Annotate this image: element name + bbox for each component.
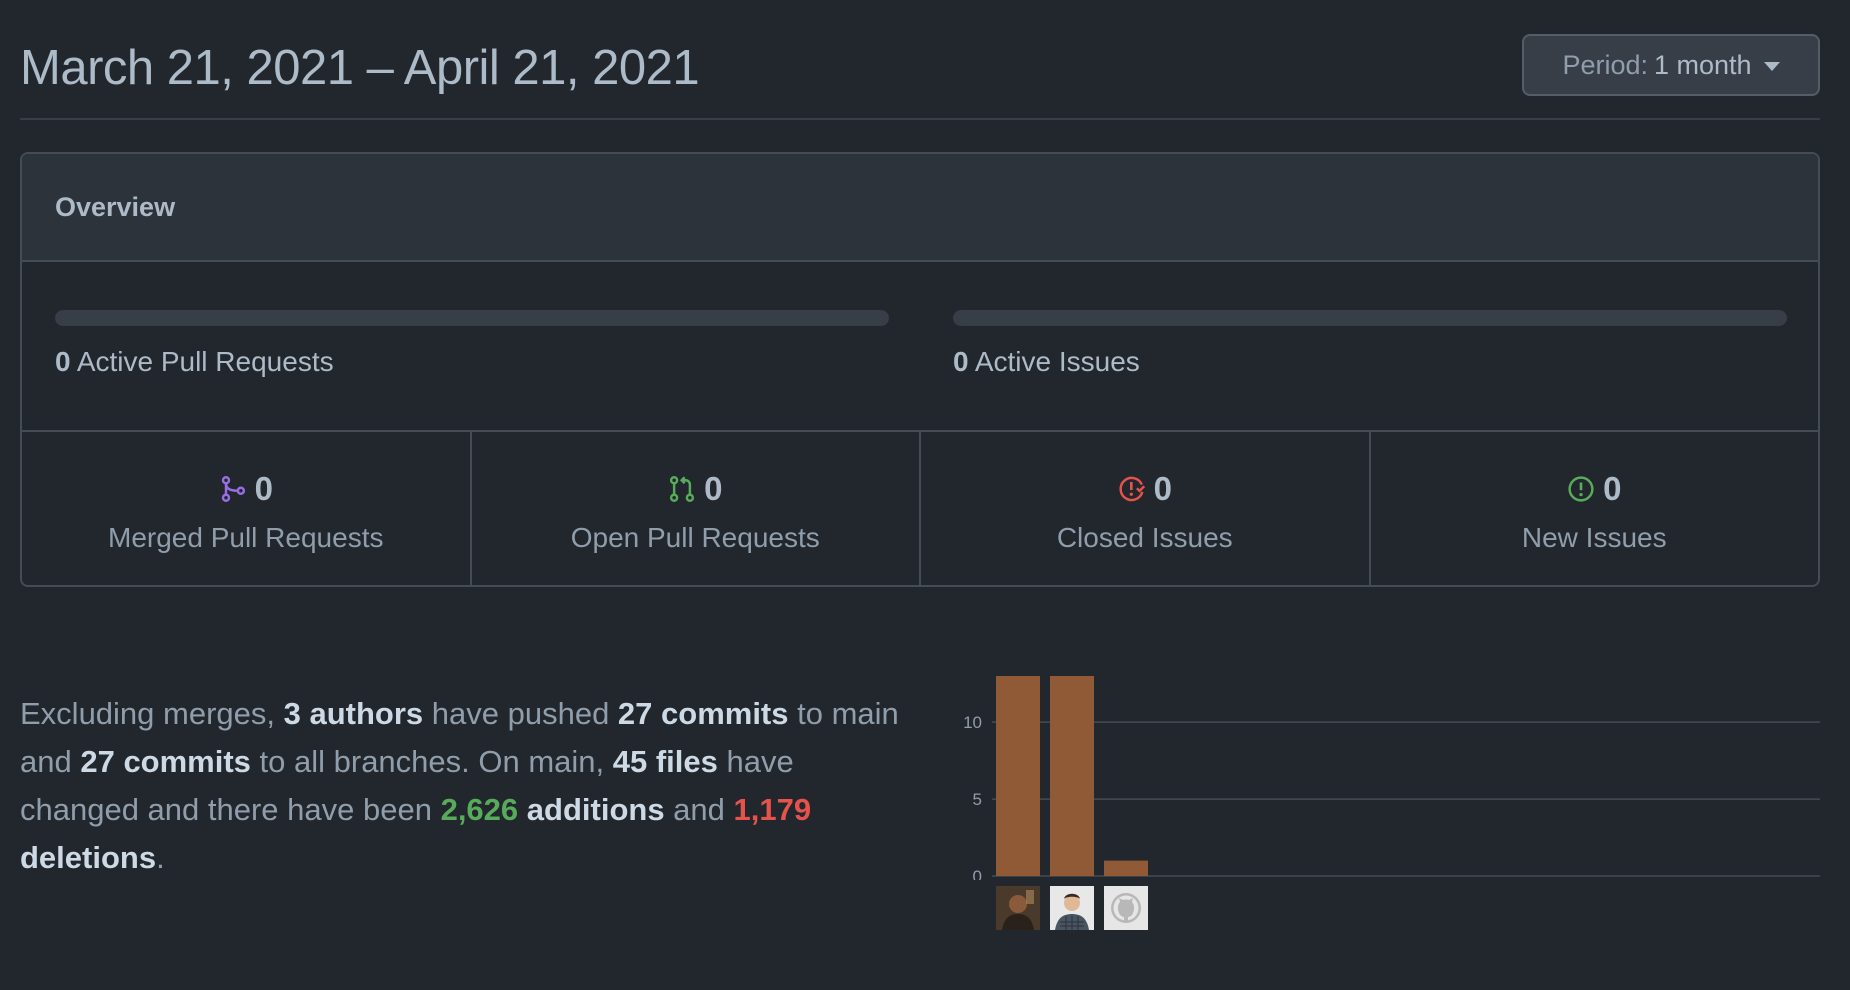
authors-link[interactable]: 3 authors	[284, 696, 424, 731]
bar-author-1[interactable]	[996, 676, 1040, 876]
commit-summary: Excluding merges, 3 authors have pushed …	[20, 690, 920, 882]
y-tick-label: 10	[963, 713, 982, 732]
chevron-down-icon	[1763, 61, 1780, 71]
summary-text: to all branches. On main,	[250, 744, 613, 779]
issue-opened-icon	[1568, 476, 1594, 502]
summary-text: Excluding merges,	[20, 696, 284, 731]
merged-pull-requests-count: 0	[254, 470, 273, 507]
merged-pull-requests-stat[interactable]: 0 Merged Pull Requests	[22, 432, 472, 585]
commits-all-count: 27 commits	[80, 744, 251, 779]
open-pull-requests-count: 0	[704, 470, 723, 507]
open-pull-requests-stat[interactable]: 0 Open Pull Requests	[472, 432, 921, 585]
closed-issues-stat[interactable]: 0 Closed Issues	[921, 432, 1371, 585]
overview-panel: Overview 0 Active Pull Requests 0 Active…	[20, 152, 1820, 587]
period-value: 1 month	[1654, 49, 1752, 80]
author-avatar-2[interactable]	[1050, 886, 1094, 930]
y-tick-label: 0	[973, 867, 982, 880]
git-merge-icon	[221, 476, 245, 502]
deletions-count: 1,179	[733, 792, 812, 827]
y-tick-label: 5	[973, 790, 982, 809]
summary-text: .	[156, 840, 165, 875]
closed-issues-label: Closed Issues	[1056, 522, 1233, 553]
period-dropdown-button[interactable]: Period: 1 month	[1522, 34, 1820, 96]
deletions-label: deletions	[20, 840, 157, 875]
active-pull-requests-label: Active Pull Requests	[76, 346, 334, 377]
new-issues-stat[interactable]: 0 New Issues	[1371, 432, 1819, 585]
author-avatar-1[interactable]	[996, 886, 1040, 930]
active-pull-requests[interactable]: 0 Active Pull Requests	[55, 310, 889, 378]
commits-main-count: 27 commits	[617, 696, 789, 731]
additions-label: additions	[526, 792, 665, 827]
date-range-title: March 21, 2021 – April 21, 2021	[20, 41, 700, 95]
active-issues-count: 0	[953, 346, 969, 377]
merged-pull-requests-label: Merged Pull Requests	[108, 522, 384, 553]
summary-text: and	[664, 792, 734, 827]
contributors-bar-chart: 0 5 10	[930, 660, 1830, 940]
closed-issues-count: 0	[1153, 470, 1172, 507]
bar-author-3[interactable]	[1104, 860, 1148, 876]
active-pull-requests-bar	[55, 310, 889, 326]
page-header: March 21, 2021 – April 21, 2021 Period: …	[20, 32, 1820, 120]
summary-text: have pushed	[423, 696, 618, 731]
new-issues-label: New Issues	[1521, 522, 1667, 553]
active-issues-text: 0 Active Issues	[953, 346, 1787, 378]
issue-closed-icon	[1118, 476, 1145, 502]
author-avatar-3[interactable]	[1104, 886, 1148, 930]
active-issues[interactable]: 0 Active Issues	[953, 310, 1787, 378]
active-issues-label: Active Issues	[974, 346, 1140, 377]
active-pull-requests-text: 0 Active Pull Requests	[55, 346, 889, 378]
github-octocat-icon	[1104, 886, 1148, 930]
additions-count: 2,626	[440, 792, 519, 827]
active-summary: 0 Active Pull Requests 0 Active Issues	[22, 262, 1818, 432]
active-pull-requests-count: 0	[55, 346, 71, 377]
overview-title: Overview	[55, 191, 176, 222]
open-pull-requests-label: Open Pull Requests	[570, 522, 820, 553]
user-avatar-icon	[1050, 886, 1094, 930]
user-avatar-icon	[996, 886, 1040, 930]
overview-stats: 0 Merged Pull Requests 0 Open Pull Reque…	[22, 432, 1818, 585]
contributors-chart-svg: 0 5 10	[963, 676, 1820, 886]
files-changed-count: 45 files	[612, 744, 718, 779]
bar-author-2[interactable]	[1050, 676, 1094, 876]
contributors-pulse-page: March 21, 2021 – April 21, 2021 Period: …	[0, 0, 1850, 990]
new-issues-count: 0	[1603, 470, 1622, 507]
git-pull-request-icon	[669, 476, 695, 502]
overview-header: Overview	[22, 154, 1818, 262]
active-issues-bar	[953, 310, 1787, 326]
period-prefix: Period:	[1562, 49, 1648, 80]
